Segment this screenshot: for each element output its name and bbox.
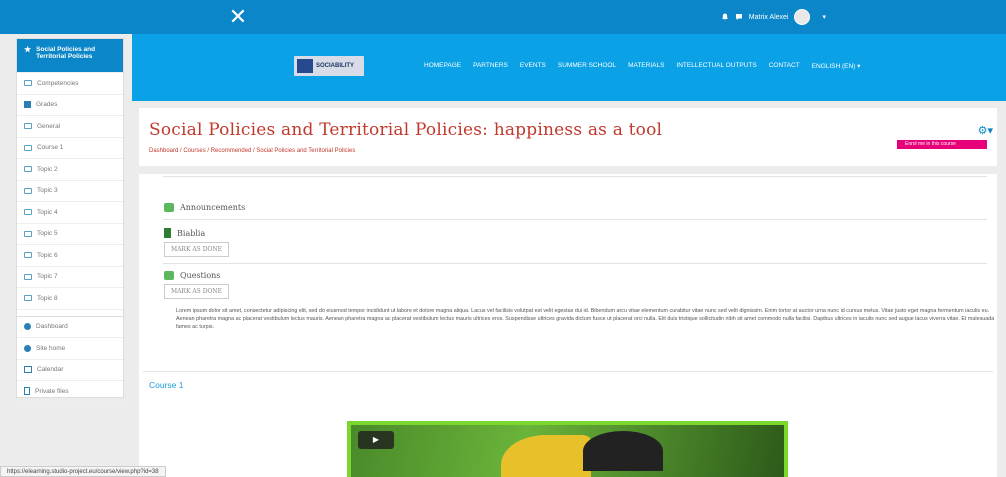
sidebar-item-topic-2[interactable]: Topic 2 [17, 159, 123, 181]
logo-text: SOCIABILITY [316, 63, 355, 69]
folder-icon [24, 144, 32, 151]
forum-icon [164, 203, 174, 212]
course-content: Announcements Biablia MARK AS DONE Quest… [139, 174, 997, 477]
folder-icon [24, 123, 32, 130]
folder-icon [24, 230, 32, 237]
close-drawer-icon[interactable]: ✕ [227, 6, 249, 28]
sidebar-item-label: Topic 4 [37, 208, 58, 216]
table-icon [24, 101, 31, 109]
sidebar-item-label: Grades [36, 101, 58, 109]
sidebar-item-topic-3[interactable]: Topic 3 [17, 181, 123, 202]
folder-icon [24, 273, 32, 280]
sidebar-item-dashboard[interactable]: Dashboard [17, 317, 123, 338]
play-icon[interactable]: ▶ [358, 431, 394, 449]
file-icon [24, 387, 30, 396]
sidebar-item-label: Topic 7 [37, 273, 58, 281]
sidebar-item-label: Social Policies and Territorial Policies [36, 46, 96, 60]
sidebar-item-course[interactable]: ★ Social Policies and Territorial Polici… [17, 39, 123, 73]
activity-label: Questions [180, 271, 221, 280]
nav-contact[interactable]: CONTACT [769, 62, 800, 70]
nav-materials[interactable]: MATERIALS [628, 62, 664, 70]
avatar[interactable] [794, 9, 811, 25]
logo-mark [297, 59, 313, 73]
dashboard-icon [24, 323, 31, 331]
section-divider [163, 263, 987, 264]
main-nav: HOMEPAGE PARTNERS EVENTS SUMMER SCHOOL M… [424, 62, 860, 70]
sidebar-item-topic-7[interactable]: Topic 7 [17, 267, 123, 288]
sidebar-item-label: Topic 5 [37, 230, 58, 238]
sidebar-item-label: Calendar [37, 366, 64, 374]
language-selector[interactable]: ENGLISH (EN) ▾ [812, 62, 861, 70]
sidebar-item-general[interactable]: General [17, 116, 123, 138]
toucan-head-image [583, 431, 663, 471]
sidebar-item-course-1[interactable]: Course 1 [17, 138, 123, 159]
sidebar-item-label: Topic 8 [37, 294, 58, 302]
top-navbar: ✕ Matrix Alexei ▾ [0, 0, 1006, 34]
section-divider [143, 371, 993, 372]
mark-as-done-button[interactable]: MARK AS DONE [164, 242, 229, 257]
sidebar-item-site-home[interactable]: Site home [17, 338, 123, 360]
nav-homepage[interactable]: HOMEPAGE [424, 62, 461, 70]
course-header: Social Policies and Territorial Policies… [139, 108, 997, 166]
checklist-icon [24, 80, 32, 87]
mark-as-done-button[interactable]: MARK AS DONE [164, 284, 229, 299]
nav-intellectual-outputs[interactable]: INTELLECTUAL OUTPUTS [676, 62, 756, 70]
sidebar-item-label: Dashboard [36, 323, 68, 331]
sidebar-item-label: Topic 6 [37, 251, 58, 259]
section-divider [163, 219, 987, 220]
sidebar-item-label: Private files [35, 387, 69, 395]
gear-icon[interactable]: ⚙▾ [978, 124, 993, 137]
sidebar-item-competencies[interactable]: Competencies [17, 73, 123, 95]
folder-icon [24, 295, 32, 302]
sidebar-item-topic-5[interactable]: Topic 5 [17, 224, 123, 245]
course-drawer: ★ Social Policies and Territorial Polici… [16, 38, 124, 403]
status-url: https://elearning.studio-project.eu/cour… [0, 466, 166, 477]
folder-icon [24, 209, 32, 216]
video-frame: ▶ [351, 425, 784, 477]
nav-summer-school[interactable]: SUMMER SCHOOL [558, 62, 616, 70]
activity-label: Announcements [180, 203, 246, 212]
activity-questions[interactable]: Questions [164, 271, 220, 280]
bell-icon[interactable] [721, 13, 729, 21]
sidebar-item-topic-6[interactable]: Topic 6 [17, 245, 123, 267]
activity-label: Biablia [177, 228, 206, 238]
forum-icon [164, 271, 174, 280]
sidebar-item-label: General [37, 122, 61, 130]
star-icon: ★ [24, 45, 32, 54]
sidebar-item-private-files[interactable]: Private files [17, 381, 123, 403]
enrol-button[interactable]: Enrol me in this course [897, 140, 987, 149]
site-logo[interactable]: SOCIABILITY [294, 56, 364, 76]
sidebar-item-calendar[interactable]: Calendar [17, 360, 123, 381]
breadcrumb[interactable]: Dashboard / Courses / Recommended / Soci… [149, 148, 355, 154]
user-name: Matrix Alexei [748, 13, 789, 21]
sidebar-item-label: Course 1 [37, 144, 64, 152]
section-divider [163, 176, 987, 177]
sidebar-item-label: Topic 2 [37, 165, 58, 173]
section-link-course-1[interactable]: Course 1 [149, 380, 184, 390]
sidebar-item-label: Site home [36, 344, 66, 352]
chat-icon[interactable] [735, 13, 743, 21]
activity-bibbia[interactable]: Biablia [164, 228, 205, 238]
sidebar-item-topic-8[interactable]: Topic 8 [17, 288, 123, 310]
user-menu[interactable]: Matrix Alexei ▾ [721, 9, 826, 25]
chevron-down-icon[interactable]: ▾ [822, 13, 826, 21]
sidebar-item-label: Topic 3 [37, 187, 58, 195]
home-icon [24, 344, 31, 352]
calendar-icon [24, 366, 32, 374]
nav-events[interactable]: EVENTS [520, 62, 546, 70]
activity-announcements[interactable]: Announcements [164, 203, 245, 212]
sidebar-nav-group: Dashboard Site home Calendar Private fil… [17, 315, 123, 403]
site-header: SOCIABILITY HOMEPAGE PARTNERS EVENTS SUM… [132, 34, 1006, 101]
folder-icon [24, 252, 32, 259]
page-title: Social Policies and Territorial Policies… [149, 120, 663, 140]
book-icon [164, 228, 171, 238]
folder-icon [24, 166, 32, 173]
sidebar-item-topic-4[interactable]: Topic 4 [17, 202, 123, 224]
folder-icon [24, 187, 32, 194]
video-player[interactable]: ▶ [347, 421, 788, 477]
sidebar-item-label: Competencies [37, 79, 79, 87]
nav-partners[interactable]: PARTNERS [473, 62, 508, 70]
section-summary: Lorem ipsum dolor sit amet, consectetur … [176, 308, 995, 331]
sidebar-item-grades[interactable]: Grades [17, 95, 123, 116]
